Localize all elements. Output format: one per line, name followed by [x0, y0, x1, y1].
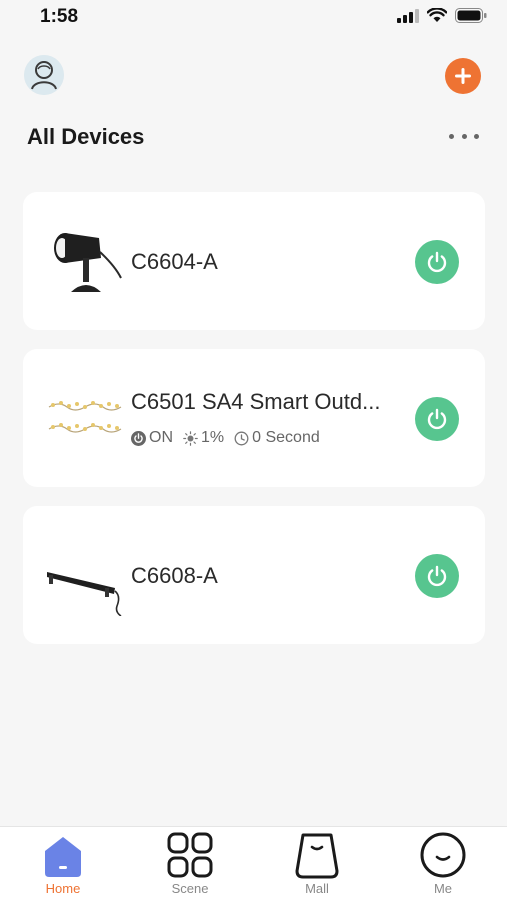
device-name: C6501 SA4 Smart Outd... [131, 389, 381, 414]
power-icon [427, 251, 447, 273]
more-options-button[interactable] [449, 126, 479, 146]
device-name: C6604-A [131, 249, 218, 274]
timer-status: 0 Second [234, 429, 320, 447]
power-toggle-button[interactable] [415, 397, 459, 441]
brightness-icon [183, 430, 198, 446]
more-dots-icon [449, 133, 454, 139]
power-icon [427, 408, 447, 430]
status-bar: 1:58 [0, 0, 507, 36]
power-toggle-button[interactable] [415, 554, 459, 598]
clock-icon [234, 431, 249, 445]
device-name: C6608-A [131, 563, 218, 588]
power-icon [427, 565, 447, 587]
device-card[interactable]: C6608-A [23, 506, 485, 644]
page-title: All Devices [27, 124, 145, 149]
scene-icon [167, 832, 213, 878]
bottom-tab-bar: Home Scene Mall Me [0, 826, 507, 901]
tab-scene[interactable]: Scene [155, 831, 225, 897]
tab-me[interactable]: Me [408, 831, 478, 897]
power-status: ON [131, 429, 173, 447]
device-card[interactable]: C6604-A [23, 192, 485, 330]
device-status: ON 1% 0 Second [131, 429, 320, 447]
battery-icon [455, 8, 487, 23]
mall-icon [295, 833, 339, 879]
add-device-button[interactable] [445, 58, 481, 94]
status-icons [397, 8, 487, 23]
avatar-icon [24, 55, 64, 95]
wifi-icon [427, 8, 447, 22]
cellular-signal-icon [397, 8, 419, 23]
tab-mall[interactable]: Mall [282, 831, 352, 897]
tab-home[interactable]: Home [28, 831, 98, 897]
device-card[interactable]: C6501 SA4 Smart Outd... ON 1% 0 Second [23, 349, 485, 487]
wall-washer-device-image [45, 536, 125, 617]
power-toggle-button[interactable] [415, 240, 459, 284]
home-icon [45, 837, 81, 877]
tab-home-label: Home [45, 881, 81, 896]
plus-icon [455, 68, 471, 84]
brightness-status: 1% [183, 429, 224, 447]
status-time: 1:58 [40, 6, 79, 27]
tab-me-label: Me [433, 881, 453, 896]
avatar[interactable] [24, 55, 64, 95]
power-status-icon [131, 430, 146, 446]
tab-scene-label: Scene [171, 881, 209, 896]
me-icon [420, 832, 466, 878]
string-lights-device-image [45, 379, 125, 459]
tab-mall-label: Mall [305, 881, 329, 896]
spotlight-device-image [45, 222, 125, 302]
